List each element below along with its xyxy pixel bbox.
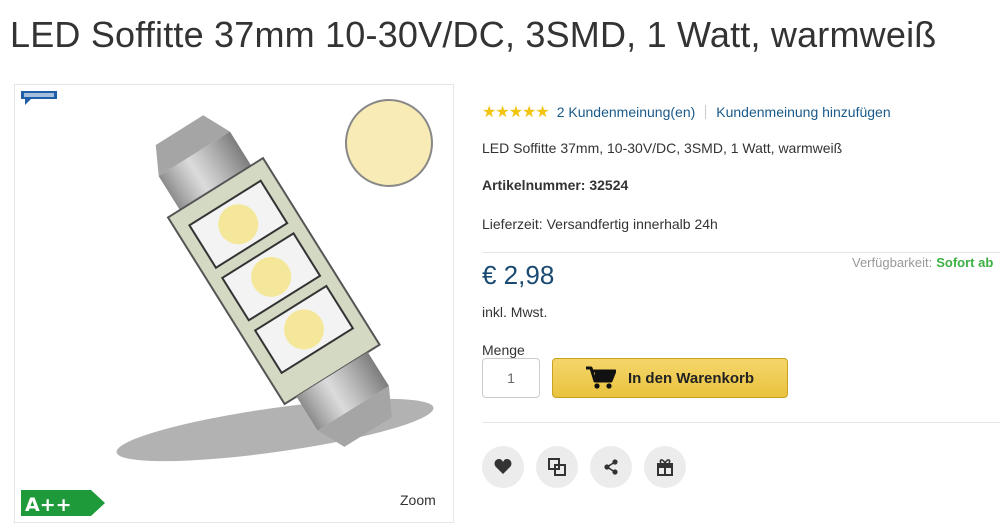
divider	[482, 422, 1000, 423]
rating-row: ★★★★★ 2 Kundenmeinung(en) Kundenmeinung …	[482, 102, 891, 122]
reviews-link[interactable]: 2 Kundenmeinung(en)	[557, 104, 696, 120]
quantity-input[interactable]	[482, 358, 540, 398]
cart-icon	[585, 366, 616, 389]
wishlist-button[interactable]	[482, 446, 524, 488]
short-description: LED Soffitte 37mm, 10-30V/DC, 3SMD, 1 Wa…	[482, 140, 843, 156]
zoom-button[interactable]: Zoom	[400, 492, 436, 508]
heart-icon	[494, 459, 512, 474]
tax-note: inkl. Mwst.	[482, 304, 548, 320]
action-buttons	[482, 446, 686, 488]
quantity-label: Menge	[482, 342, 525, 358]
gift-button[interactable]	[644, 446, 686, 488]
add-review-link[interactable]: Kundenmeinung hinzufügen	[716, 104, 890, 120]
compare-icon	[548, 458, 566, 476]
gift-icon	[657, 459, 673, 476]
divider	[482, 252, 1000, 253]
product-info: ★★★★★ 2 Kundenmeinung(en) Kundenmeinung …	[482, 0, 1000, 523]
cart-button-label: In den Warenkorb	[627, 369, 755, 387]
separator	[705, 105, 707, 119]
rating-stars-icon: ★★★★★	[482, 104, 550, 121]
availability: Verfügbarkeit: Sofort ab	[852, 255, 993, 270]
share-icon	[604, 459, 618, 475]
availability-label: Verfügbarkeit:	[852, 255, 933, 270]
add-to-cart-button[interactable]: In den Warenkorb	[552, 358, 788, 398]
share-button[interactable]	[590, 446, 632, 488]
price: € 2,98	[482, 260, 555, 290]
energy-class: A++	[25, 494, 72, 516]
article-number: Artikelnummer: 32524	[482, 177, 629, 193]
product-image	[116, 115, 434, 462]
product-image-gallery[interactable]: A++ Zoom	[14, 84, 454, 523]
delivery-time: Lieferzeit: Versandfertig innerhalb 24h	[482, 216, 718, 232]
compare-button[interactable]	[536, 446, 578, 488]
availability-value: Sofort ab	[936, 255, 994, 270]
